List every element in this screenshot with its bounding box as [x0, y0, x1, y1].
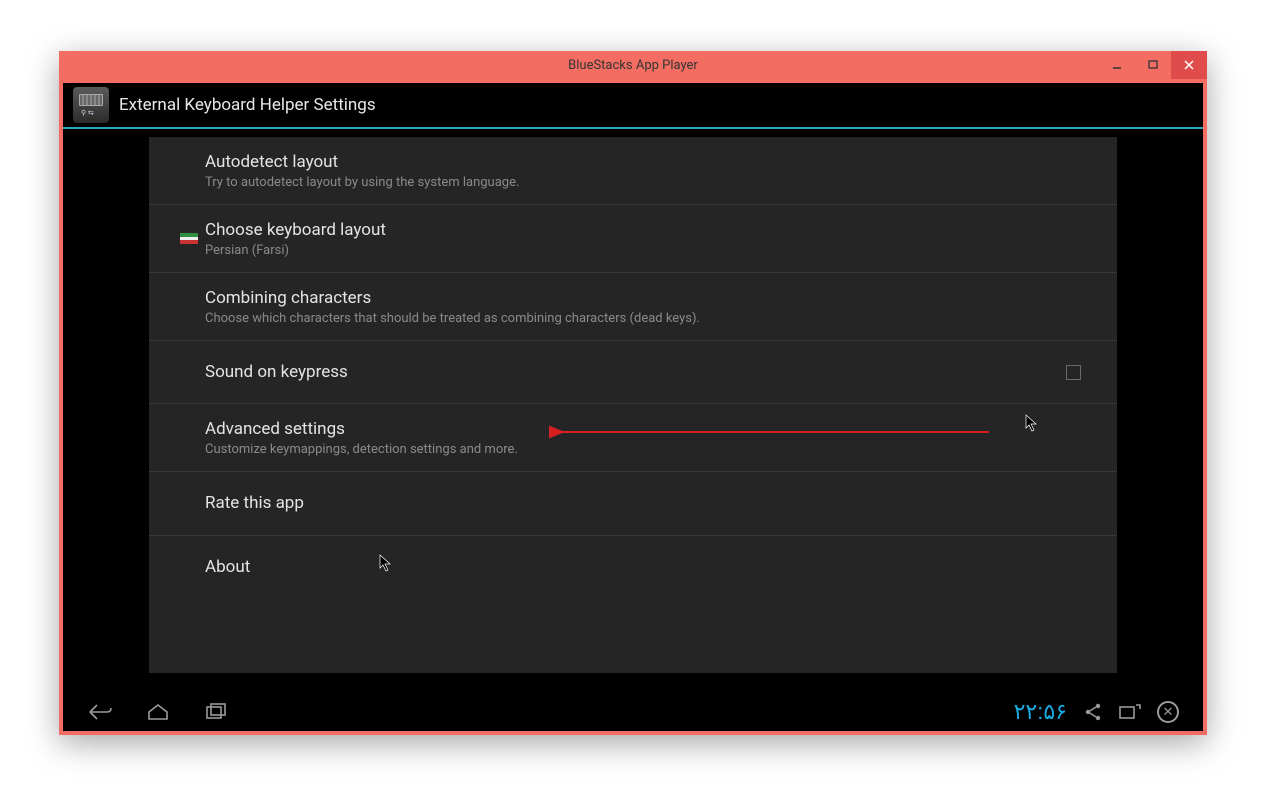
setting-choose-keyboard-layout[interactable]: Choose keyboard layout Persian (Farsi): [149, 205, 1117, 273]
setting-title: Combining characters: [205, 287, 1093, 309]
setting-subtitle: Try to autodetect layout by using the sy…: [205, 175, 1093, 190]
close-app-icon[interactable]: ✕: [1157, 701, 1179, 723]
android-frame: ⚲ ⇆ External Keyboard Helper Settings Au…: [63, 83, 1203, 731]
maximize-button[interactable]: [1135, 51, 1171, 79]
setting-title: Advanced settings: [205, 418, 1093, 440]
svg-text:⚲ ⇆: ⚲ ⇆: [81, 109, 94, 116]
home-icon[interactable]: [145, 702, 171, 722]
layout-flag-icon: [173, 233, 205, 244]
app-window: BlueStacks App Player ⚲ ⇆ External Keybo…: [59, 51, 1207, 735]
close-button[interactable]: [1171, 51, 1207, 79]
setting-title: About: [205, 556, 1093, 578]
setting-subtitle: Choose which characters that should be t…: [205, 311, 1093, 326]
setting-subtitle: Persian (Farsi): [205, 243, 1093, 258]
clock: ۲۲:۵۶: [1014, 699, 1067, 725]
minimize-button[interactable]: [1099, 51, 1135, 79]
client-area: ⚲ ⇆ External Keyboard Helper Settings Au…: [59, 79, 1207, 735]
settings-panel: Autodetect layout Try to autodetect layo…: [149, 137, 1117, 673]
setting-subtitle: Customize keymappings, detection setting…: [205, 442, 1093, 457]
sound-checkbox[interactable]: [1066, 365, 1081, 380]
setting-title: Rate this app: [205, 492, 1093, 514]
setting-sound-on-keypress[interactable]: Sound on keypress: [149, 341, 1117, 404]
app-title: External Keyboard Helper Settings: [119, 95, 376, 115]
setting-title: Sound on keypress: [205, 361, 1053, 383]
app-header: ⚲ ⇆ External Keyboard Helper Settings: [63, 83, 1203, 129]
setting-about[interactable]: About: [149, 536, 1117, 598]
content-area: Autodetect layout Try to autodetect layo…: [63, 129, 1203, 693]
window-title: BlueStacks App Player: [568, 58, 698, 73]
iran-flag-icon: [180, 233, 198, 244]
back-icon[interactable]: [87, 702, 113, 722]
window-controls: [1099, 51, 1207, 79]
navigation-bar: ۲۲:۵۶ ✕: [63, 693, 1203, 731]
share-icon[interactable]: [1083, 702, 1103, 722]
fullscreen-icon[interactable]: [1119, 702, 1141, 722]
setting-title: Autodetect layout: [205, 151, 1093, 173]
recent-apps-icon[interactable]: [203, 702, 229, 722]
titlebar: BlueStacks App Player: [59, 51, 1207, 79]
setting-advanced-settings[interactable]: Advanced settings Customize keymappings,…: [149, 404, 1117, 472]
setting-autodetect-layout[interactable]: Autodetect layout Try to autodetect layo…: [149, 137, 1117, 205]
setting-title: Choose keyboard layout: [205, 219, 1093, 241]
setting-rate-this-app[interactable]: Rate this app: [149, 472, 1117, 535]
app-icon: ⚲ ⇆: [73, 87, 109, 123]
setting-combining-characters[interactable]: Combining characters Choose which charac…: [149, 273, 1117, 341]
